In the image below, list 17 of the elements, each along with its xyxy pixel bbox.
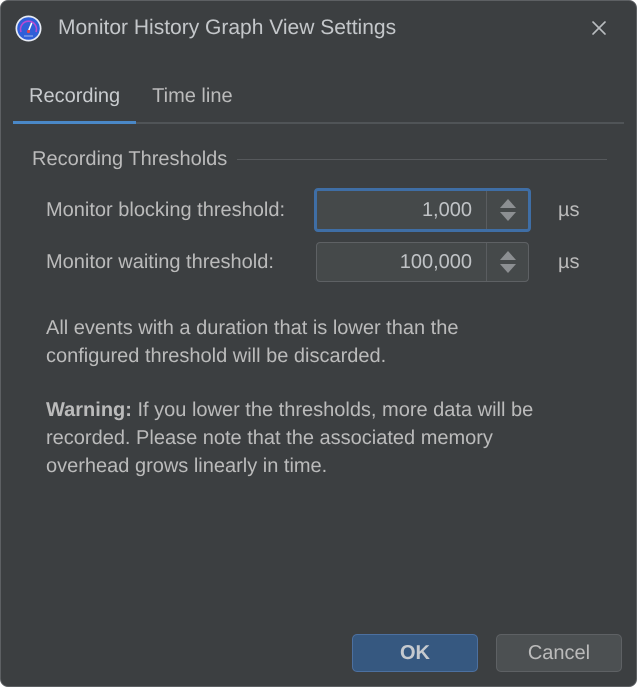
gauge-icon xyxy=(15,14,42,42)
tab[interactable]: Recording xyxy=(13,73,136,124)
stepper-arrows-icon[interactable] xyxy=(500,199,516,221)
dialog-button[interactable]: OK xyxy=(352,634,478,672)
dialog-button[interactable]: Cancel xyxy=(496,634,622,672)
stepper-arrows-icon[interactable] xyxy=(500,251,516,273)
tab[interactable]: Time line xyxy=(136,73,249,124)
window-title: Monitor History Graph View Settings xyxy=(58,15,396,42)
field-label: Monitor blocking threshold: xyxy=(46,198,286,223)
group-title: Recording Thresholds xyxy=(32,147,228,172)
number-spinner[interactable]: 100,000 xyxy=(316,242,529,282)
number-spinner[interactable]: 1,000 xyxy=(314,188,531,232)
info-paragraph: Warning: If you lower the thresholds, more data will be recorded. Please note that the associated memory overhead grows linearly in time. xyxy=(46,398,534,479)
unit-label: µs xyxy=(557,198,581,223)
info-paragraph: All events with a duration that is lower than the configured threshold will be discarded. xyxy=(46,316,460,369)
field-label: Monitor waiting threshold: xyxy=(46,250,275,275)
unit-label: µs xyxy=(557,250,581,275)
